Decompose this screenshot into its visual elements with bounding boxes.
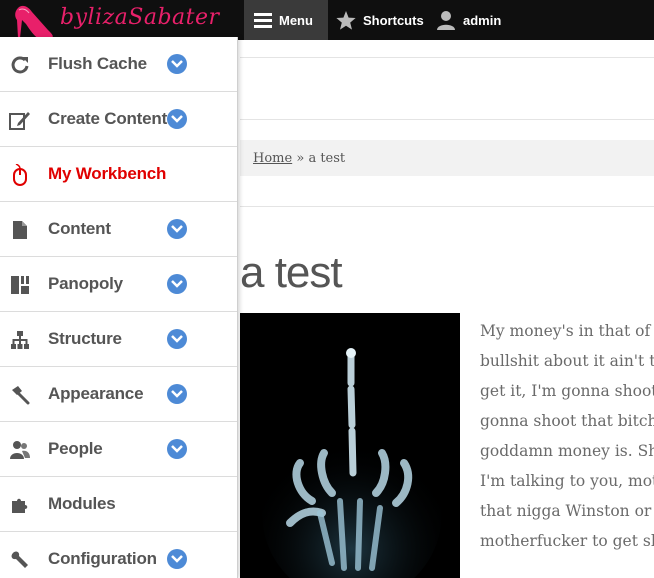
chevron-down-icon[interactable] xyxy=(167,109,187,129)
breadcrumb-current: a test xyxy=(308,151,346,166)
content-divider xyxy=(240,206,654,207)
tray-item-create-content[interactable]: Create Content xyxy=(0,92,237,147)
tray-item-label: Structure xyxy=(48,329,122,348)
header-divider xyxy=(240,119,654,120)
user-tab[interactable]: admin xyxy=(436,0,501,40)
tray-item-modules[interactable]: Modules xyxy=(0,477,237,532)
tray-item-label: Panopoly xyxy=(48,274,123,293)
body-line: gonna shoot that bitch xyxy=(480,412,654,430)
user-tab-label: admin xyxy=(463,12,502,28)
body-line: get it, I'm gonna shoot xyxy=(480,382,654,400)
article-body: My money's in that of bullshit about it … xyxy=(480,316,654,556)
tray-item-flush-cache[interactable]: Flush Cache xyxy=(0,37,237,92)
tray-item-label: Modules xyxy=(48,494,116,513)
body-line: I'm talking to you, mot xyxy=(480,472,654,490)
tray-item-label: People xyxy=(48,439,103,458)
site-logo[interactable]: bylizaSabater xyxy=(8,0,240,40)
body-line: goddamn money is. Sh xyxy=(480,442,654,460)
chevron-down-icon[interactable] xyxy=(167,54,187,74)
body-line: motherfucker to get sh xyxy=(480,532,654,550)
xray-hand-icon xyxy=(240,313,460,578)
menu-tab[interactable]: Menu xyxy=(244,0,328,40)
admin-menu-tray: Flush Cache Create Content My Workbench … xyxy=(0,37,238,578)
admin-toolbar: bylizaSabater Menu Shortcuts admin xyxy=(0,0,654,40)
chevron-down-icon[interactable] xyxy=(167,329,187,349)
sitemap-icon xyxy=(9,329,31,351)
tray-item-label: Content xyxy=(48,219,111,238)
chevron-down-icon[interactable] xyxy=(167,219,187,239)
refresh-icon xyxy=(9,54,31,76)
edit-icon xyxy=(9,109,31,131)
chevron-down-icon[interactable] xyxy=(167,274,187,294)
star-icon xyxy=(336,10,356,30)
page-title: a test xyxy=(240,248,343,297)
chevron-down-icon[interactable] xyxy=(167,549,187,569)
tray-item-label: Configuration xyxy=(48,549,157,568)
tray-item-configuration[interactable]: Configuration xyxy=(0,532,237,578)
shortcuts-tab-label: Shortcuts xyxy=(363,12,424,28)
body-line: bullshit about it ain't th xyxy=(480,352,654,370)
tray-item-label: Appearance xyxy=(48,384,144,403)
people-icon xyxy=(9,439,31,461)
brush-icon xyxy=(9,384,31,406)
header-divider xyxy=(240,57,654,58)
body-line: My money's in that of xyxy=(480,322,651,340)
tray-item-structure[interactable]: Structure xyxy=(0,312,237,367)
tray-item-people[interactable]: People xyxy=(0,422,237,477)
puzzle-icon xyxy=(9,494,31,516)
logo-text: bylizaSabater xyxy=(60,5,220,30)
chevron-down-icon[interactable] xyxy=(167,439,187,459)
breadcrumb-home-link[interactable]: Home xyxy=(253,151,292,166)
wrench-icon xyxy=(9,549,31,571)
chevron-down-icon[interactable] xyxy=(167,384,187,404)
layout-icon xyxy=(9,274,31,296)
document-icon xyxy=(9,219,31,241)
shortcuts-tab[interactable]: Shortcuts xyxy=(336,0,424,40)
tray-item-my-workbench[interactable]: My Workbench xyxy=(0,147,237,202)
user-icon xyxy=(437,11,455,30)
breadcrumb: Home » a test xyxy=(253,151,345,166)
tray-item-appearance[interactable]: Appearance xyxy=(0,367,237,422)
hamburger-icon xyxy=(254,13,272,28)
tray-item-content[interactable]: Content xyxy=(0,202,237,257)
tray-item-label: Flush Cache xyxy=(48,54,147,73)
body-line: that nigga Winston or xyxy=(480,502,652,520)
menu-tab-label: Menu xyxy=(279,12,313,28)
tray-item-panopoly[interactable]: Panopoly xyxy=(0,257,237,312)
tray-item-label: Create Content xyxy=(48,109,168,128)
tray-item-label: My Workbench xyxy=(48,164,167,183)
high-heel-logo-icon xyxy=(15,5,53,38)
breadcrumb-separator: » xyxy=(296,151,305,166)
article-image xyxy=(240,313,460,578)
mouse-icon xyxy=(9,164,31,186)
